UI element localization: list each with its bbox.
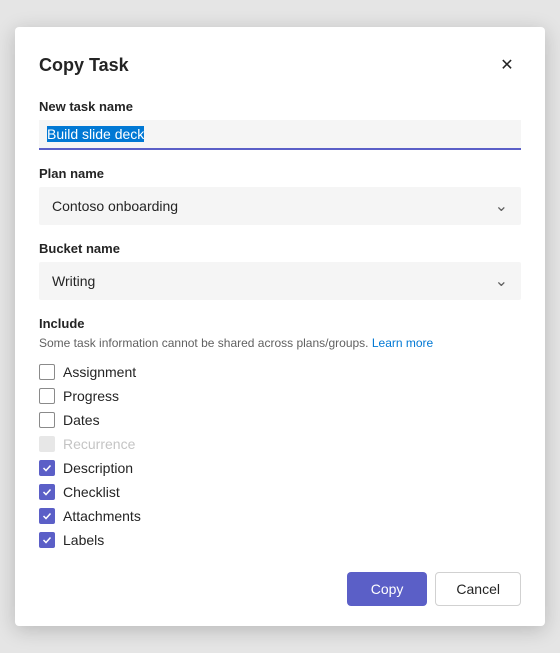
checkbox-labels-box[interactable]: [39, 532, 55, 548]
cancel-button[interactable]: Cancel: [435, 572, 521, 606]
bucket-name-dropdown[interactable]: Writing ⌄: [39, 262, 521, 300]
close-icon: ✕: [500, 55, 513, 75]
checkbox-dates-label: Dates: [63, 412, 100, 428]
include-section: Include Some task information cannot be …: [39, 316, 521, 548]
task-name-input-wrapper[interactable]: Build slide deck: [39, 120, 521, 150]
dialog-title: Copy Task: [39, 55, 129, 76]
checkbox-checklist-label: Checklist: [63, 484, 120, 500]
checkbox-dates[interactable]: Dates: [39, 412, 521, 428]
chevron-down-icon-bucket: ⌄: [495, 271, 508, 291]
dialog-header: Copy Task ✕: [39, 51, 521, 79]
checkbox-attachments-box[interactable]: [39, 508, 55, 524]
checkbox-dates-box[interactable]: [39, 412, 55, 428]
checkbox-recurrence-box: [39, 436, 55, 452]
bucket-name-label: Bucket name: [39, 241, 521, 256]
bucket-name-value: Writing: [52, 273, 95, 289]
checkbox-description-box[interactable]: [39, 460, 55, 476]
checkbox-labels-label: Labels: [63, 532, 104, 548]
chevron-down-icon: ⌄: [495, 196, 508, 216]
plan-name-dropdown[interactable]: Contoso onboarding ⌄: [39, 187, 521, 225]
checkbox-labels[interactable]: Labels: [39, 532, 521, 548]
copy-task-dialog: Copy Task ✕ New task name Build slide de…: [15, 27, 545, 626]
include-label: Include: [39, 316, 521, 331]
checkbox-recurrence: Recurrence: [39, 436, 521, 452]
checkbox-recurrence-label: Recurrence: [63, 436, 135, 452]
checkbox-progress-label: Progress: [63, 388, 119, 404]
close-button[interactable]: ✕: [493, 51, 521, 79]
checkbox-description[interactable]: Description: [39, 460, 521, 476]
plan-name-label: Plan name: [39, 166, 521, 181]
learn-more-link[interactable]: Learn more: [372, 336, 433, 350]
checkbox-progress[interactable]: Progress: [39, 388, 521, 404]
include-note: Some task information cannot be shared a…: [39, 335, 521, 352]
task-name-selected-text: Build slide deck: [47, 126, 144, 142]
checkbox-assignment[interactable]: Assignment: [39, 364, 521, 380]
task-name-label: New task name: [39, 99, 521, 114]
dialog-footer: Copy Cancel: [39, 572, 521, 606]
checkbox-checklist-box[interactable]: [39, 484, 55, 500]
checkbox-description-label: Description: [63, 460, 133, 476]
checkbox-attachments[interactable]: Attachments: [39, 508, 521, 524]
checkbox-assignment-label: Assignment: [63, 364, 136, 380]
copy-button[interactable]: Copy: [347, 572, 428, 606]
checkbox-progress-box[interactable]: [39, 388, 55, 404]
checkbox-list: Assignment Progress Dates: [39, 364, 521, 548]
checkbox-checklist[interactable]: Checklist: [39, 484, 521, 500]
plan-name-value: Contoso onboarding: [52, 198, 178, 214]
plan-name-field-group: Plan name Contoso onboarding ⌄: [39, 166, 521, 225]
bucket-name-field-group: Bucket name Writing ⌄: [39, 241, 521, 300]
task-name-field-group: New task name Build slide deck: [39, 99, 521, 150]
checkbox-attachments-label: Attachments: [63, 508, 141, 524]
checkbox-assignment-box[interactable]: [39, 364, 55, 380]
